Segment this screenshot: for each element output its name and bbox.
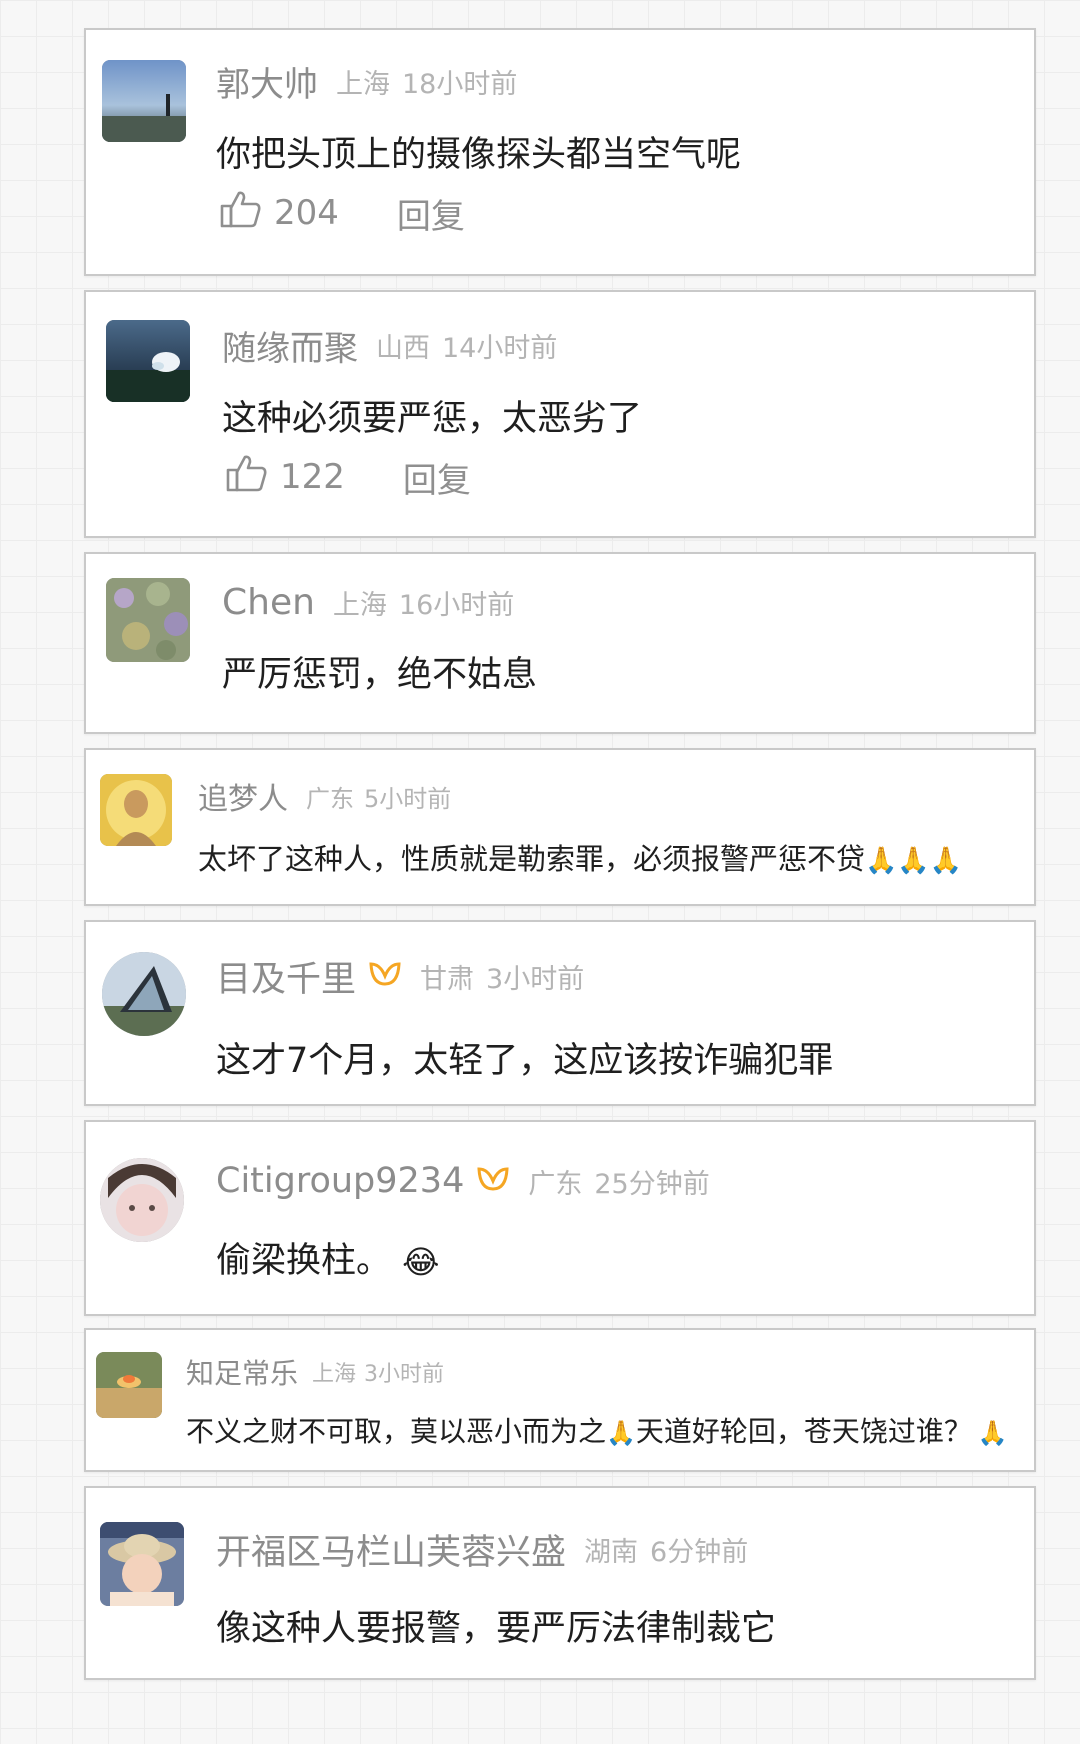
like-count: 204: [274, 193, 339, 233]
avatar[interactable]: [106, 320, 190, 402]
comment-card: Citigroup9234 广东 25分钟前 偷梁换柱。 😂: [84, 1120, 1036, 1316]
avatar[interactable]: [102, 952, 186, 1036]
comment-card: 目及千里 甘肃 3小时前 这才7个月，太轻了，这应该按诈骗犯罪: [84, 920, 1036, 1106]
timestamp: 18小时前: [402, 68, 518, 100]
reply-button[interactable]: 回复: [397, 189, 465, 238]
comment-meta: 开福区马栏山芙蓉兴盛 湖南 6分钟前: [216, 1524, 749, 1575]
comment-card: 知足常乐 上海 3小时前 不义之财不可取，莫以恶小而为之🙏天道好轮回，苍天饶过谁…: [84, 1328, 1036, 1472]
comment-text: 不义之财不可取，莫以恶小而为之🙏天道好轮回，苍天饶过谁？ 🙏: [186, 1410, 1008, 1450]
avatar[interactable]: [106, 578, 190, 662]
comment-meta: 追梦人 广东 5小时前: [198, 774, 452, 818]
timestamp: 3小时前: [364, 1362, 445, 1387]
location: 甘肃: [420, 963, 475, 995]
location: 广东: [528, 1168, 583, 1200]
comment-text-body-2: 天道好轮回，苍天饶过谁？: [635, 1415, 972, 1448]
comment-card: 郭大帅 上海 18小时前 你把头顶上的摄像探头都当空气呢 204 回复: [84, 28, 1036, 276]
comment-meta: 郭大帅 上海 18小时前: [216, 60, 518, 105]
comment-meta: 随缘而聚 山西 14小时前: [222, 324, 558, 369]
location: 上海: [336, 68, 390, 100]
like-count: 122: [280, 457, 345, 497]
laugh-cry-emoji: 😂: [402, 1243, 440, 1281]
comment-card: 开福区马栏山芙蓉兴盛 湖南 6分钟前 像这种人要报警，要严厉法律制裁它: [84, 1486, 1036, 1680]
comment-text: 这才7个月，太轻了，这应该按诈骗犯罪: [216, 1041, 834, 1081]
timestamp: 6分钟前: [650, 1536, 749, 1568]
comment-card: 追梦人 广东 5小时前 太坏了这种人，性质就是勒索罪，必须报警严惩不贷🙏🙏🙏: [84, 748, 1036, 906]
username[interactable]: 郭大帅: [216, 57, 318, 106]
comment-text: 你把头顶上的摄像探头都当空气呢: [216, 135, 742, 175]
reply-button[interactable]: 回复: [403, 453, 471, 502]
comment-text: 严厉惩罚，绝不姑息: [222, 655, 538, 695]
comment-meta: Chen 上海 16小时前: [222, 578, 514, 626]
pray-emoji: 🙏🙏🙏: [865, 846, 963, 876]
avatar[interactable]: [100, 1522, 184, 1606]
comment-text-body: 偷梁换柱。: [216, 1241, 392, 1281]
username[interactable]: 随缘而聚: [222, 321, 358, 370]
vip-badge-icon: [368, 960, 402, 992]
comment-actions: 122 回复: [226, 455, 471, 501]
username[interactable]: 追梦人: [198, 774, 288, 818]
thumbs-up-icon[interactable]: [220, 189, 262, 238]
comment-meta: 知足常乐 上海 3小时前: [186, 1352, 444, 1392]
pray-emoji: 🙏: [606, 1419, 636, 1447]
location: 山西: [376, 332, 430, 364]
vip-badge-icon: [476, 1165, 510, 1197]
location: 上海: [332, 589, 387, 621]
thumbs-up-icon[interactable]: [226, 453, 268, 502]
username[interactable]: 目及千里: [216, 951, 356, 1002]
comment-text: 偷梁换柱。 😂: [216, 1232, 440, 1283]
timestamp: 25分钟前: [594, 1168, 710, 1200]
comment-card: Chen 上海 16小时前 严厉惩罚，绝不姑息: [84, 552, 1036, 734]
location: 上海: [312, 1362, 357, 1387]
avatar[interactable]: [102, 60, 186, 142]
avatar[interactable]: [100, 1158, 184, 1242]
comment-card: 随缘而聚 山西 14小时前 这种必须要严惩，太恶劣了 122 回复: [84, 290, 1036, 538]
username[interactable]: Chen: [222, 582, 315, 623]
pray-emoji: 🙏: [977, 1419, 1008, 1447]
comment-meta: Citigroup9234 广东 25分钟前: [216, 1158, 710, 1204]
comment-text: 像这种人要报警，要严厉法律制裁它: [216, 1609, 777, 1649]
comment-meta: 目及千里 甘肃 3小时前: [216, 954, 585, 1000]
avatar[interactable]: [96, 1352, 162, 1418]
timestamp: 16小时前: [398, 589, 515, 621]
location: 广东: [306, 784, 354, 813]
username[interactable]: Citigroup9234: [216, 1161, 464, 1201]
comment-text-body: 太坏了这种人，性质就是勒索罪，必须报警严惩不贷: [198, 842, 866, 876]
comment-actions: 204 回复: [220, 191, 465, 237]
timestamp: 5小时前: [364, 784, 452, 813]
comment-text-body: 不义之财不可取，莫以恶小而为之: [186, 1415, 607, 1448]
location: 湖南: [584, 1536, 639, 1568]
username[interactable]: 知足常乐: [186, 1352, 298, 1392]
timestamp: 14小时前: [442, 332, 558, 364]
username[interactable]: 开福区马栏山芙蓉兴盛: [216, 1524, 566, 1575]
comment-text: 太坏了这种人，性质就是勒索罪，必须报警严惩不贷🙏🙏🙏: [198, 836, 962, 878]
timestamp: 3小时前: [486, 963, 585, 995]
avatar[interactable]: [100, 774, 172, 846]
comment-text: 这种必须要严惩，太恶劣了: [222, 399, 643, 439]
